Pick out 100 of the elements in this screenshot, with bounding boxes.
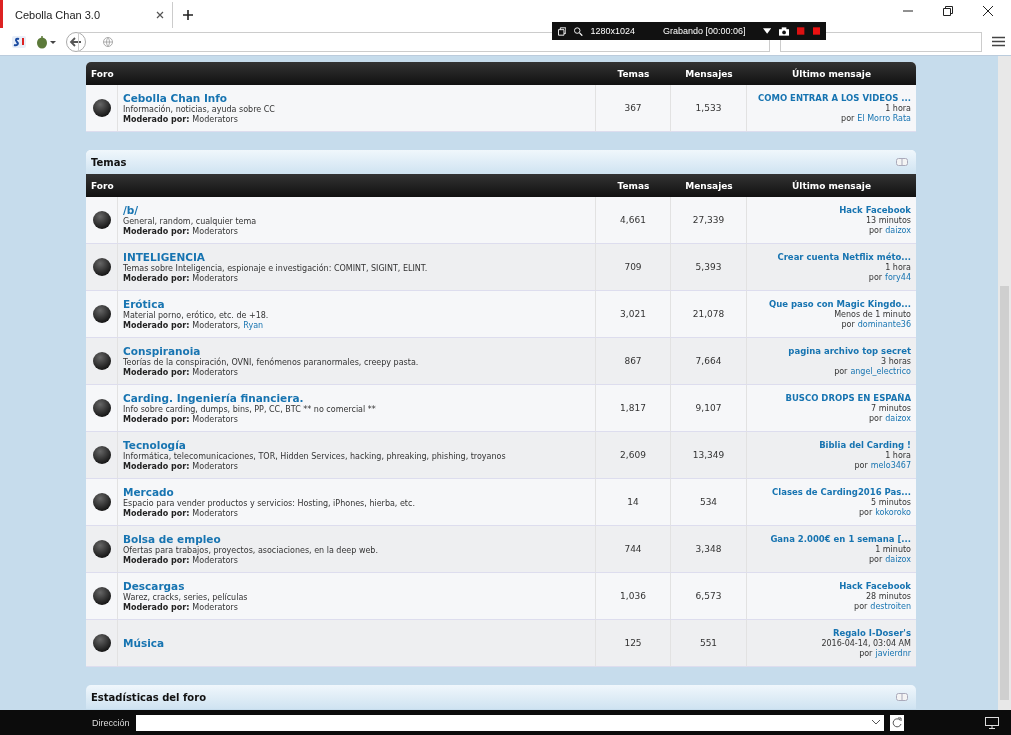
desktop-icon[interactable] — [985, 716, 999, 729]
forum-title-link[interactable]: Erótica — [123, 298, 595, 310]
author-link[interactable]: daizox — [885, 414, 911, 423]
posts-count: 9,107 — [671, 385, 747, 432]
last-post-link[interactable]: Hack Facebook — [839, 205, 911, 215]
topics-count: 2,609 — [596, 432, 671, 479]
moderator-link[interactable]: Moderators — [192, 462, 238, 471]
author-link[interactable]: dominante36 — [857, 320, 911, 329]
forum-status-icon — [92, 493, 111, 511]
moderator-link[interactable]: Moderators — [192, 115, 238, 124]
forum-title-link[interactable]: Cebolla Chan Info — [123, 92, 595, 104]
forum-title-link[interactable]: /b/ — [123, 204, 595, 216]
moderator-label: Moderado por: — [123, 321, 190, 330]
windows-icon[interactable] — [558, 26, 567, 36]
forum-title-link[interactable]: Mercado — [123, 486, 595, 498]
last-post-link[interactable]: pagina archivo top secret — [788, 346, 911, 356]
forum-title-link[interactable]: INTELIGENCIA — [123, 251, 595, 263]
by-label: por — [859, 508, 873, 517]
refresh-icon[interactable] — [889, 714, 904, 731]
topics-count: 744 — [596, 526, 671, 573]
last-post-link[interactable]: BUSCO DROPS EN ESPAÑA — [785, 393, 911, 403]
last-post-time: 3 horas — [881, 357, 911, 366]
close-icon[interactable] — [983, 6, 993, 16]
forum-status-icon — [92, 99, 111, 117]
last-post-link[interactable]: Que paso con Magic Kingdo... — [769, 299, 911, 309]
moderator-link[interactable]: Moderators — [192, 415, 238, 424]
forum-title-link[interactable]: Tecnología — [123, 439, 595, 451]
last-post-link[interactable]: Hack Facebook — [839, 581, 911, 591]
moderator-link[interactable]: Moderators — [192, 227, 238, 236]
posts-count: 21,078 — [671, 291, 747, 338]
moderator-label: Moderado por: — [123, 556, 190, 565]
forum-title-link[interactable]: Descargas — [123, 580, 595, 592]
last-post-time: 1 hora — [885, 451, 911, 460]
author-link[interactable]: El Morro Rata — [857, 114, 911, 123]
topics-count: 125 — [596, 620, 671, 667]
recording-status: Grabando [00:00:06] — [662, 26, 747, 36]
author-link[interactable]: javierdnr — [875, 649, 911, 658]
by-label: por — [859, 649, 873, 658]
moderator-link[interactable]: Moderators — [192, 603, 238, 612]
topics-count: 709 — [596, 244, 671, 291]
close-icon[interactable] — [156, 11, 164, 19]
forum-status-icon — [92, 540, 111, 558]
moderator-link[interactable]: Moderators — [192, 509, 238, 518]
last-post-time: 5 minutos — [871, 498, 911, 507]
forum-description: Informática, telecomunicaciones, TOR, Hidden Services, hacking, phreaking, phishing, troyanos — [123, 452, 507, 461]
last-post-link[interactable]: Gana 2.000€ en 1 semana [... — [770, 534, 911, 544]
by-label: por — [834, 367, 848, 376]
dropdown-icon[interactable] — [871, 720, 880, 725]
by-label: por — [854, 461, 868, 470]
author-link[interactable]: daizox — [885, 226, 911, 235]
forum-title-link[interactable]: Conspiranoia — [123, 345, 595, 357]
topics-count: 1,817 — [596, 385, 671, 432]
last-post-link[interactable]: Crear cuenta Netflix méto... — [777, 252, 911, 262]
last-post-link[interactable]: Regalo I-Doser's — [832, 628, 911, 638]
forum-status-icon — [92, 211, 111, 229]
column-header: Mensajes — [671, 174, 747, 197]
column-header: Último mensaje — [747, 174, 916, 197]
last-post-time: 13 minutos — [865, 216, 911, 225]
new-tab-icon[interactable] — [183, 10, 193, 20]
by-label: por — [841, 114, 855, 123]
moderator-link[interactable]: Moderators, — [192, 321, 241, 330]
extension-icon[interactable] — [12, 35, 26, 48]
browser-tab[interactable]: Cebolla Chan 3.0 — [3, 2, 173, 28]
address-input[interactable] — [135, 714, 884, 731]
by-label: por — [868, 414, 883, 423]
column-header: Mensajes — [671, 62, 747, 85]
topics-count: 4,661 — [596, 197, 671, 244]
restore-icon[interactable] — [943, 6, 953, 16]
topics-count: 367 — [596, 85, 671, 132]
menu-icon[interactable] — [992, 36, 1005, 47]
moderator-link[interactable]: Moderators — [192, 274, 238, 283]
author-link[interactable]: destroiten — [870, 602, 911, 611]
moderator-label: Moderado por: — [123, 368, 190, 377]
author-link[interactable]: kokoroko — [875, 508, 911, 517]
topics-count: 867 — [596, 338, 671, 385]
moderator-link[interactable]: Moderators — [192, 556, 238, 565]
forum-status-icon — [92, 258, 111, 276]
last-post-link[interactable]: Biblia del Carding ! — [819, 440, 911, 450]
stop-icon[interactable] — [812, 27, 820, 35]
last-post-time: Menos de 1 minuto — [834, 310, 911, 319]
author-link[interactable]: fory44 — [885, 273, 911, 282]
forum-title-link[interactable]: Carding. Ingeniería financiera. — [123, 392, 595, 404]
forum-description: Teorías de la conspiración, OVNI, fenómenos paranormales, creepy pasta. — [123, 358, 420, 367]
moderator-label: Moderado por: — [123, 115, 190, 124]
back-icon[interactable] — [66, 31, 86, 52]
author-link[interactable]: melo3467 — [870, 461, 911, 470]
posts-count: 5,393 — [671, 244, 747, 291]
moderator-link[interactable]: Ryan — [243, 321, 264, 330]
onion-icon[interactable] — [36, 34, 56, 49]
zoom-icon[interactable] — [574, 26, 583, 36]
author-link[interactable]: angel_electrico — [850, 367, 911, 376]
last-post-link[interactable]: COMO ENTRAR A LOS VIDEOS ... — [758, 93, 911, 103]
author-link[interactable]: daizox — [885, 555, 911, 564]
resolution-text: 1280x1024 — [590, 26, 637, 36]
last-post-link[interactable]: Clases de Carding2016 Pas... — [772, 487, 911, 497]
camera-icon[interactable] — [779, 26, 790, 36]
moderator-label: Moderado por: — [123, 462, 190, 471]
forum-description: Material porno, erótico, etc. de +18. — [123, 311, 270, 320]
moderator-link[interactable]: Moderators — [192, 368, 238, 377]
forum-title-link[interactable]: Bolsa de empleo — [123, 533, 595, 545]
